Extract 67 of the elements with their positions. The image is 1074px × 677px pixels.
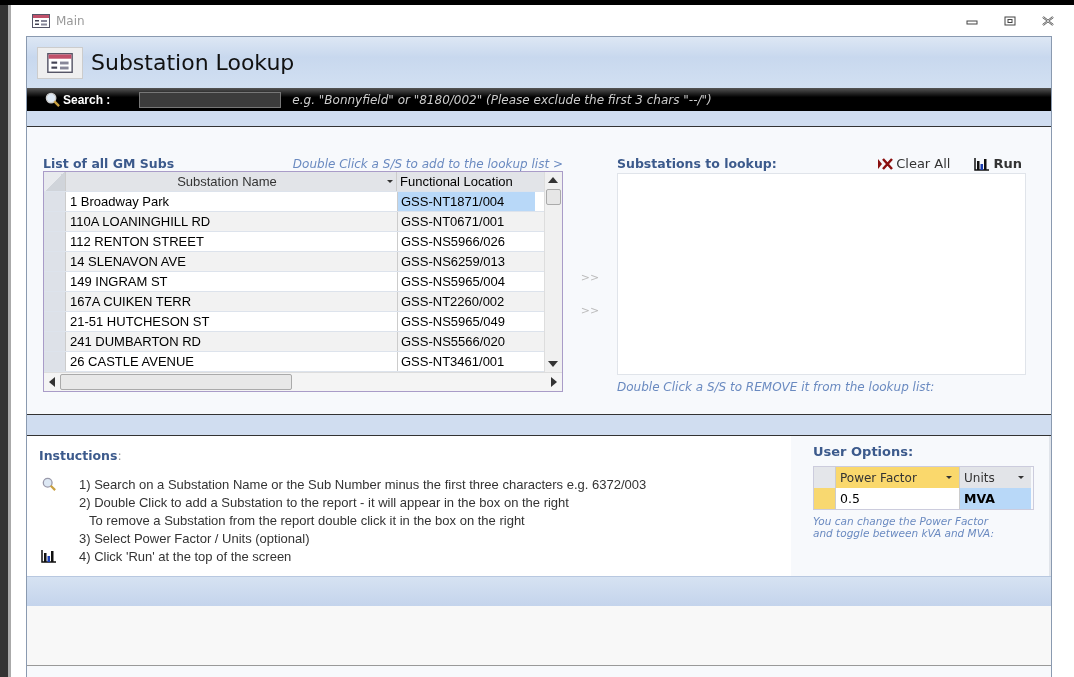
search-label: Search : [63,92,111,107]
table-cell[interactable]: GSS-NS5965/049 [397,312,535,331]
table-cell[interactable]: GSS-NT3461/001 [397,352,535,371]
scroll-thumb[interactable] [546,189,561,205]
form-icon [32,13,50,28]
run-button[interactable]: Run [974,156,1022,171]
search-icon [45,92,60,107]
table-cell[interactable]: 0.5 [835,488,959,509]
instructions-title: Instuctions: [39,448,123,463]
row-selector[interactable] [44,292,66,311]
table-cell-text: 14 SLENAVON AVE [69,253,187,271]
table-cell[interactable]: GSS-NT0671/001 [397,212,535,231]
clear-all-button[interactable]: Clear All [877,156,951,171]
window-title: Main [56,13,85,28]
bar-chart-icon [974,156,991,171]
table-cell[interactable]: GSS-NT1871/004 [397,192,535,211]
table-cell-text: 167A CUIKEN TERR [69,293,193,311]
column-header[interactable]: Power Factor [835,467,959,488]
lookup-list[interactable] [617,173,1026,375]
row-selector[interactable] [44,212,66,231]
close-icon[interactable] [1042,14,1054,27]
form-title: Substation Lookup [91,50,295,75]
column-header[interactable]: Functional Location [396,172,534,191]
instruction-step: 4) Click 'Run' at the top of the screen [79,548,292,564]
select-all-corner[interactable] [44,172,66,191]
search-icon [41,477,57,491]
row-selector[interactable] [44,312,66,331]
instruction-step: 3) Select Power Factor / Units (optional) [79,530,310,546]
vertical-scrollbar[interactable] [544,172,562,372]
search-field[interactable] [139,91,282,108]
form-icon-button[interactable] [37,46,83,79]
list-hint: Double Click a S/S to add to the lookup list > [292,157,563,171]
table-cell-text: 110A LOANINGHILL RD [69,213,212,231]
instruction-step: 2) Double Click to add a Substation to the report - it will appear in the box on the right [79,494,569,510]
dropdown-arrow-icon[interactable] [1017,475,1025,480]
select-all-corner[interactable] [814,467,835,488]
table-cell[interactable]: GSS-NS6259/013 [397,252,535,271]
clear-icon [877,156,894,171]
horizontal-scrollbar[interactable] [44,372,562,391]
dropdown-arrow-icon[interactable] [386,179,394,184]
row-selector[interactable] [44,232,66,251]
table-cell[interactable]: GSS-NS5566/020 [397,332,535,351]
form-icon [47,52,73,73]
lookup-title: Substations to lookup: [617,156,777,171]
instruction-step: To remove a Substation from the report double click it in the box on the right [79,512,525,528]
column-header[interactable]: Units [959,467,1031,488]
instruction-step: 1) Search on a Substation Name or the Sub Number minus the first three characters e.g. 6372/003 [79,476,647,492]
scroll-thumb[interactable] [60,374,292,390]
row-selector[interactable] [44,272,66,291]
options-hint: You can change the Power Factor and toggle between kVA and MVA: [813,515,996,539]
search-hint: e.g. "Bonnyfield" or "8180/002" (Please exclude the first 3 chars "--/") [292,92,712,107]
table-cell[interactable]: GSS-NS5965/004 [397,272,535,291]
table-cell[interactable]: MVA [959,488,1031,509]
table-cell[interactable]: GSS-NS5966/026 [397,232,535,251]
bar-chart-icon [41,549,57,563]
restore-icon[interactable] [1004,14,1016,27]
column-header[interactable]: Substation Name [66,172,384,191]
table-cell-text: 241 DUMBARTON RD [69,333,202,351]
options-title: User Options: [813,444,915,459]
lookup-hint: Double Click a S/S to REMOVE it from the lookup list: [617,380,936,394]
row-selector[interactable] [814,488,835,509]
dropdown-arrow-icon[interactable] [945,475,953,480]
row-selector[interactable] [44,332,66,351]
row-selector[interactable] [44,252,66,271]
list-title: List of all GM Subs [43,156,175,171]
row-selector[interactable] [44,192,66,211]
table-cell[interactable]: GSS-NT2260/002 [397,292,535,311]
